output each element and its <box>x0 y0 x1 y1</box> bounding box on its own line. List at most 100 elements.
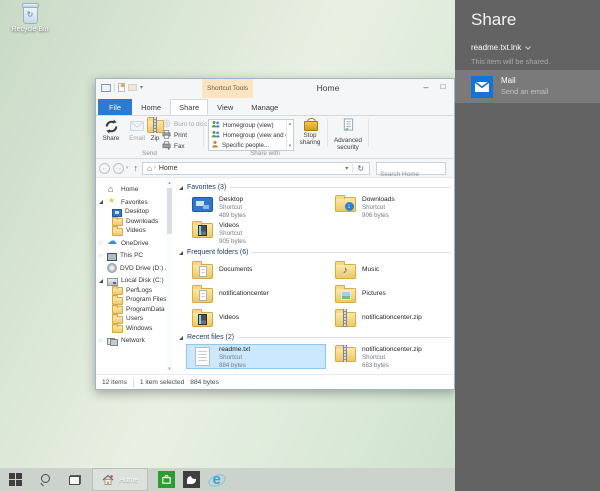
nav-item-local-disk-c-[interactable]: Local Disk (C:) <box>96 276 166 286</box>
ribbon-share-button[interactable]: Share <box>99 118 123 142</box>
share-item-selector[interactable]: readme.txt.lnk <box>471 43 530 52</box>
quick-access-toolbar[interactable]: ▾ <box>101 83 143 92</box>
nav-item-label: Home <box>121 186 138 193</box>
share-target-mail[interactable]: MailSend an email <box>455 70 600 103</box>
share-with-group-label: Share with <box>203 150 327 157</box>
nav-item-label: Network <box>121 337 145 344</box>
collapse-triangle-icon[interactable] <box>179 336 183 340</box>
file-tile[interactable]: Music <box>329 259 454 282</box>
nav-item-network[interactable]: ▷ Network <box>96 336 166 346</box>
windows-logo-icon <box>9 473 22 486</box>
back-button[interactable]: ← <box>99 163 110 174</box>
nav-expander-icon[interactable] <box>98 200 104 204</box>
nav-item-downloads[interactable]: Downloads <box>96 217 166 227</box>
nav-expander-icon[interactable]: ▷ <box>98 240 104 246</box>
collapse-triangle-icon[interactable] <box>179 251 183 255</box>
file-tile[interactable]: VideosShortcut905 bytes <box>186 220 326 245</box>
nav-expander-icon[interactable] <box>98 279 104 283</box>
advanced-security-button[interactable]: Advanced security <box>332 118 364 151</box>
ribbon-tab-manage[interactable]: Manage <box>242 99 287 115</box>
nav-expander-icon[interactable]: ▷ <box>98 253 104 259</box>
nav-item-dvd-drive-d-jv[interactable]: DVD Drive (D:) JV <box>96 264 166 274</box>
ribbon-tab-file[interactable]: File <box>98 99 132 115</box>
nav-item-this-pc[interactable]: ▷This PC <box>96 251 166 261</box>
nav-expander-icon[interactable]: ▷ <box>98 338 104 344</box>
share-with-listbox[interactable]: Homegroup (view)Homegroup (view and edit… <box>208 119 294 151</box>
breadcrumb[interactable]: ⌂ › Home ▾ ↻ <box>142 162 370 175</box>
group-header[interactable]: Recent files (2) <box>174 331 454 344</box>
up-button[interactable]: ↑ <box>134 163 139 173</box>
file-tile[interactable]: readme.txtShortcut884 bytes <box>186 344 326 369</box>
nav-item-videos[interactable]: Videos <box>96 226 166 236</box>
share-with-option[interactable]: Homegroup (view) <box>209 120 286 130</box>
ribbon-tab-home[interactable]: Home <box>132 99 170 115</box>
file-tile[interactable]: notificationcenter.zipShortcut683 bytes <box>329 344 454 369</box>
nav-item-programdata[interactable]: ProgramData <box>96 305 166 315</box>
folder-icon <box>112 316 123 324</box>
nav-item-label: Program Files <box>126 296 166 303</box>
ribbon-tabs: FileHomeShareViewManage <box>96 99 454 115</box>
file-name: Videos <box>219 314 239 322</box>
internet-explorer-icon[interactable]: e <box>208 471 225 488</box>
search-button[interactable] <box>30 468 60 491</box>
taskbar-home-window-button[interactable]: Home <box>92 468 148 491</box>
media-app-icon[interactable] <box>183 471 200 488</box>
group-header[interactable]: Frequent folders (6) <box>174 246 454 259</box>
properties-icon[interactable] <box>118 83 125 92</box>
start-button[interactable] <box>0 468 30 491</box>
share-with-option[interactable]: Homegroup (view and edit) <box>209 130 286 140</box>
ribbon-tab-share[interactable]: Share <box>170 99 208 115</box>
share-with-option[interactable]: Specific people... <box>209 140 286 150</box>
forward-button[interactable]: → <box>113 163 124 174</box>
ribbon-zip-button[interactable]: Zip <box>143 118 167 142</box>
windows-store-icon[interactable] <box>158 471 175 488</box>
nav-item-label: Local Disk (C:) <box>121 277 164 284</box>
file-type: Shortcut <box>219 204 246 212</box>
nav-scrollbar-thumb[interactable] <box>167 188 172 234</box>
nav-item-program-files[interactable]: Program Files <box>96 295 166 305</box>
file-tile[interactable]: DownloadsShortcut906 bytes <box>329 194 454 219</box>
ribbon-print-button[interactable]: Print <box>162 131 207 140</box>
file-tile[interactable]: notificationcenter.zip <box>329 307 454 330</box>
maximize-button[interactable]: □ <box>436 80 450 94</box>
address-dropdown-icon[interactable]: ▾ <box>345 165 348 172</box>
pc-icon <box>107 253 117 261</box>
stop-sharing-button[interactable]: Stop sharing <box>296 118 324 146</box>
group-title: Frequent folders (6) <box>187 249 248 256</box>
file-name: Documents <box>219 266 252 274</box>
nav-item-users[interactable]: Users <box>96 314 166 324</box>
file-tile[interactable]: Videos <box>186 307 326 330</box>
minimize-button[interactable]: – <box>419 80 433 94</box>
zip-icon <box>147 118 164 134</box>
refresh-icon[interactable]: ↻ <box>352 164 366 173</box>
share-with-scrollbar[interactable]: ▴▾ <box>286 120 293 150</box>
file-tile[interactable]: Pictures <box>329 283 454 306</box>
share-target-name: Mail <box>501 76 548 86</box>
history-dropdown-icon[interactable]: ▾ <box>126 165 129 171</box>
file-tile[interactable]: DesktopShortcut489 bytes <box>186 194 326 219</box>
recycle-bin[interactable]: ↻ Recycle Bin <box>6 5 54 33</box>
file-name: Desktop <box>219 196 246 204</box>
cloud-icon <box>107 238 118 248</box>
task-view-button[interactable] <box>60 468 90 491</box>
recycle-bin-icon: ↻ <box>23 5 38 24</box>
new-folder-icon[interactable] <box>128 84 137 91</box>
nav-item-favorites[interactable]: Favorites <box>96 198 166 208</box>
nav-item-windows[interactable]: Windows <box>96 324 166 334</box>
search-box[interactable] <box>376 162 446 175</box>
file-tile[interactable]: notificationcenter <box>186 283 326 306</box>
breadcrumb-root[interactable]: Home <box>159 165 178 172</box>
nav-item-onedrive[interactable]: ▷OneDrive <box>96 239 166 249</box>
group-header[interactable]: Favorites (3) <box>174 181 454 194</box>
nav-item-perflogs[interactable]: PerfLogs <box>96 286 166 296</box>
folder-icon <box>112 287 123 295</box>
nav-item-desktop[interactable]: Desktop <box>96 207 166 217</box>
file-tile[interactable]: Documents <box>186 259 326 282</box>
collapse-triangle-icon[interactable] <box>179 186 183 190</box>
folder-pic-icon <box>333 287 357 303</box>
ribbon-tab-view[interactable]: View <box>208 99 242 115</box>
qat-dropdown-icon[interactable]: ▾ <box>140 84 143 91</box>
nav-item-home[interactable]: Home <box>96 185 166 195</box>
title-bar[interactable]: ▾ Shortcut Tools Home – □ <box>96 79 454 99</box>
file-name: Videos <box>219 222 246 230</box>
